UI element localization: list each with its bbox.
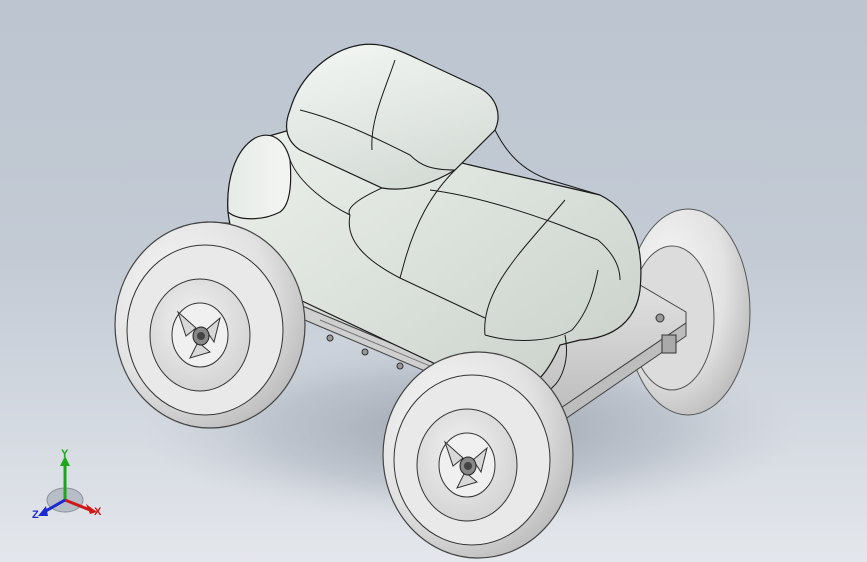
front-right-wheel[interactable] xyxy=(382,351,574,559)
triad-y-label: Y xyxy=(61,448,69,460)
triad-x-label: X xyxy=(94,506,102,518)
front-left-wheel[interactable] xyxy=(114,221,306,429)
model-canvas[interactable]: Y X Z xyxy=(0,0,867,562)
triad-z-label: Z xyxy=(32,509,39,521)
axis-triad: Y X Z xyxy=(32,448,102,521)
graphics-viewport[interactable]: Y X Z xyxy=(0,0,867,562)
